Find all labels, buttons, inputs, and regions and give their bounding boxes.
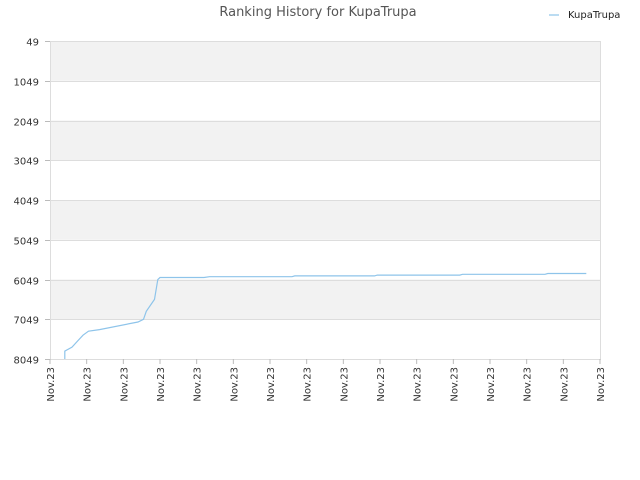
x-tick-label: Nov.23 [193,367,204,402]
x-tick-label: Nov.23 [266,367,277,402]
x-axis-ticks: Nov.23 Nov.23 Nov.23 Nov.23 Nov.23 Nov.23 Nov.… [46,359,607,402]
y-tick-label: 5049 [14,237,39,248]
y-tick-label: 8049 [14,356,39,367]
x-tick-label: Nov.23 [486,367,497,402]
x-tick-label: Nov.23 [229,367,240,402]
x-tick-label: Nov.23 [523,367,534,402]
y-tick-label: 3049 [14,157,39,168]
x-tick-label: Nov.23 [83,367,94,402]
y-axis-ticks: 49 1049 2049 3049 4049 5049 6049 7049 8049 [14,38,50,367]
plot-band [50,41,600,81]
x-tick-label: Nov.23 [339,367,350,402]
x-tick-label: Nov.23 [376,367,387,402]
y-tick-label: 2049 [14,118,39,129]
y-tick-label: 7049 [14,316,39,327]
plot-band [50,279,600,320]
chart-title: Ranking History for KupaTrupa [219,5,416,20]
legend: KupaTrupa [549,10,620,21]
x-tick-label: Nov.23 [119,367,130,402]
y-tick-label: 1049 [14,78,39,89]
x-tick-label: Nov.23 [596,367,607,402]
plot-band [50,120,600,161]
x-tick-label: Nov.23 [156,367,167,402]
plot-bands [50,41,600,320]
x-tick-label: Nov.23 [413,367,424,402]
ranking-history-chart: Ranking History for KupaTrupa KupaTrupa … [14,5,621,402]
x-tick-label: Nov.23 [303,367,314,402]
y-tick-label: 6049 [14,277,39,288]
x-tick-label: Nov.23 [46,367,57,402]
y-tick-label: 49 [26,38,39,49]
legend-label: KupaTrupa [568,10,620,21]
plot-band [50,200,600,240]
x-tick-label: Nov.23 [559,367,570,402]
x-tick-label: Nov.23 [449,367,460,402]
y-tick-label: 4049 [14,197,39,208]
